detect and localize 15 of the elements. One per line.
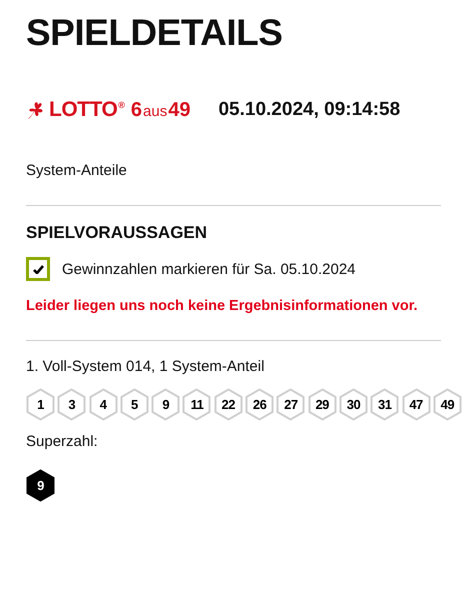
- draw-datetime: 05.10.2024, 09:14:58: [218, 99, 400, 121]
- logo-text: aus: [143, 103, 168, 120]
- logo-number: 6: [130, 99, 142, 122]
- checkbox[interactable]: [26, 257, 50, 281]
- section-heading: SPIELVORAUSSAGEN: [26, 223, 208, 243]
- superzahl-label: Superzahl:: [26, 433, 98, 450]
- checkbox-label[interactable]: Gewinnzahlen markieren für Sa. 05.10.2024: [62, 260, 356, 278]
- page-title: SPIELDETAILS: [26, 12, 282, 54]
- error-message: Leider liegen uns noch keine Ergebnisinformationen vor.: [26, 298, 418, 314]
- registered-mark: ®: [118, 100, 125, 110]
- logo-text: LOTTO: [49, 98, 118, 122]
- ticket-label: 1. Voll-System 014, 1 System-Anteil: [26, 358, 264, 375]
- logo-number: 49: [168, 99, 190, 122]
- check-icon: [32, 264, 44, 274]
- system-label: System-Anteile: [26, 162, 127, 179]
